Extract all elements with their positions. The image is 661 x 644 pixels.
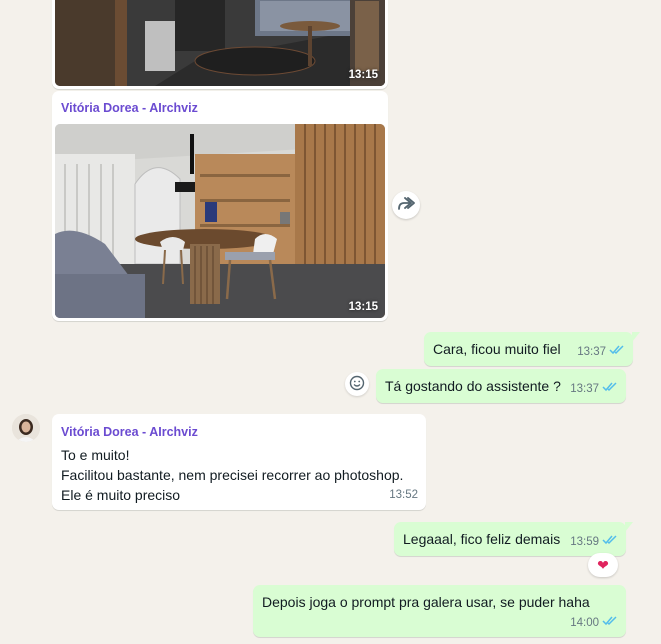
double-check-icon <box>609 342 625 362</box>
message-text: Cara, ficou muito fiel <box>433 341 561 357</box>
message-time: 13:37 <box>577 346 606 358</box>
react-button[interactable] <box>345 372 369 396</box>
message-text: Depois joga o prompt pra galera usar, se… <box>262 594 590 610</box>
outgoing-message[interactable]: Cara, ficou muito fiel 13:37 <box>424 332 640 366</box>
forward-button[interactable] <box>392 191 420 219</box>
chat-area: 13:15 Vitória Dorea - AIrchviz 13:15 Car… <box>0 0 661 644</box>
image-message-1[interactable]: 13:15 <box>52 0 388 89</box>
message-time: 13:59 <box>570 536 599 548</box>
reaction-badge[interactable]: ❤ <box>588 553 618 577</box>
message-time: 14:00 <box>570 617 599 629</box>
rendered-image-1[interactable]: 13:15 <box>55 0 385 86</box>
avatar[interactable] <box>12 414 40 442</box>
message-text-line: Facilitou bastante, nem precisei recorre… <box>61 467 404 483</box>
incoming-message[interactable]: Vitória Dorea - AIrchviz To e muito! Fac… <box>52 414 426 510</box>
message-text-line: To e muito! <box>61 447 130 463</box>
message-time: 13:52 <box>389 489 418 501</box>
message-text: Tá gostando do assistente ? <box>385 378 561 394</box>
rendered-image-2[interactable]: 13:15 <box>55 124 385 318</box>
outgoing-message[interactable]: Depois joga o prompt pra galera usar, se… <box>253 585 626 637</box>
double-check-icon <box>602 379 618 399</box>
double-check-icon <box>602 613 618 633</box>
message-text-line: Ele é muito preciso <box>61 487 181 503</box>
outgoing-message[interactable]: Legaaal, fico feliz demais 13:59 <box>394 522 633 556</box>
outgoing-message[interactable]: Tá gostando do assistente ? 13:37 <box>376 369 626 403</box>
sender-name: Vitória Dorea - AIrchviz <box>61 101 198 115</box>
image-message-2[interactable]: Vitória Dorea - AIrchviz 13:15 <box>52 91 388 321</box>
forward-icon <box>397 196 415 214</box>
image-timestamp: 13:15 <box>348 69 378 81</box>
sender-name: Vitória Dorea - AIrchviz <box>61 425 198 439</box>
message-time: 13:37 <box>570 383 599 395</box>
message-text: Legaaal, fico feliz demais <box>403 531 561 547</box>
heart-icon: ❤ <box>597 556 609 573</box>
image-timestamp: 13:15 <box>348 301 378 313</box>
smiley-icon <box>349 375 365 394</box>
double-check-icon <box>602 532 618 552</box>
